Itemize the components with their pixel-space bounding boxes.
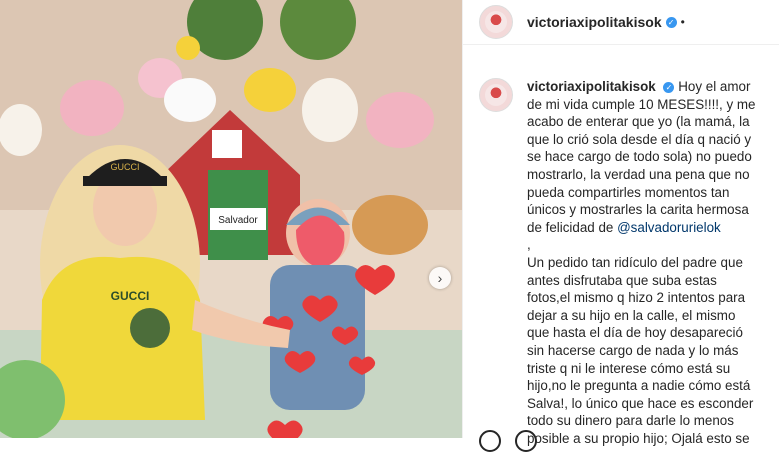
caption-line: triste q ni le interese cómo está su xyxy=(527,360,731,376)
caption-text: victoriaxipolitakisok ✓ Hoy el amor de m… xyxy=(527,78,755,447)
caption-line: que hasta el día de hoy desapareció xyxy=(527,325,743,341)
username-link[interactable]: victoriaxipolitakisok xyxy=(527,14,662,30)
caption-line: se hace cargo de todo sola) no puedo xyxy=(527,149,752,165)
caption-line: sin hacerse cargo de nada y lo más xyxy=(527,342,739,358)
separator-dot: • xyxy=(680,15,685,29)
avatar[interactable] xyxy=(479,5,513,39)
caption-line: posible a su propio hijo; Ojalá esto se xyxy=(527,430,750,446)
caption-line: únicos y mostrarles la carita hermosa xyxy=(527,202,749,218)
caption-line: hijo,no le pregunta a nadie cómo está xyxy=(527,378,751,394)
caption-avatar[interactable] xyxy=(479,78,513,112)
caption-line: todo su dinero para darle lo menos xyxy=(527,413,734,429)
caption-line: Hoy el amor xyxy=(678,79,751,94)
caption-line: mostrarlo, la verdad una pena que no xyxy=(527,166,750,182)
caption-line: Salva!, lo único que hace es esconder xyxy=(527,395,754,411)
post-side-panel: victoriaxipolitakisok ✓ • victoriaxipoli… xyxy=(462,0,779,452)
party-scene-image: Salvador GUCCI GUCCI xyxy=(0,0,462,438)
next-photo-button[interactable]: › xyxy=(429,267,451,289)
shirt-text: GUCCI xyxy=(111,289,150,303)
caption-line: pueda compartirles momentos tan xyxy=(527,184,730,200)
post-photo[interactable]: Salvador GUCCI GUCCI › xyxy=(0,0,462,438)
cake-sign: Salvador xyxy=(218,215,258,226)
avatar-image xyxy=(485,11,507,33)
post-caption: victoriaxipolitakisok ✓ Hoy el amor de m… xyxy=(479,78,775,447)
caption-line: acabo de enterar que yo (la mamá, la xyxy=(527,114,750,130)
caption-line: , xyxy=(527,237,531,253)
post-header: victoriaxipolitakisok ✓ • xyxy=(463,0,779,45)
action-bar xyxy=(479,430,537,452)
caption-line: de mi vida cumple 10 MESES!!!!, y me xyxy=(527,96,756,112)
caption-line: que lo crió sola desde el día q nació y xyxy=(527,131,752,147)
caption-line: antes disfrutaba que suba estas xyxy=(527,272,717,288)
caption-line: dejar a su hijo en la calle, el mismo xyxy=(527,307,736,323)
cap-text: GUCCI xyxy=(111,162,140,172)
caption-line: de felicidad de xyxy=(527,219,618,235)
verified-badge-icon: ✓ xyxy=(663,82,675,93)
mention-link[interactable]: @salvadorurielok xyxy=(617,220,721,235)
caption-username-link[interactable]: victoriaxipolitakisok xyxy=(527,79,656,94)
caption-line: Un pedido tan ridículo del padre que xyxy=(527,254,743,270)
like-icon[interactable] xyxy=(479,430,501,452)
comment-icon[interactable] xyxy=(515,430,537,452)
caption-line: fotos,el mismo q hizo 2 intentos para xyxy=(527,290,746,306)
avatar-image xyxy=(485,84,507,106)
verified-badge-icon: ✓ xyxy=(665,16,677,28)
chevron-right-icon: › xyxy=(437,270,443,286)
